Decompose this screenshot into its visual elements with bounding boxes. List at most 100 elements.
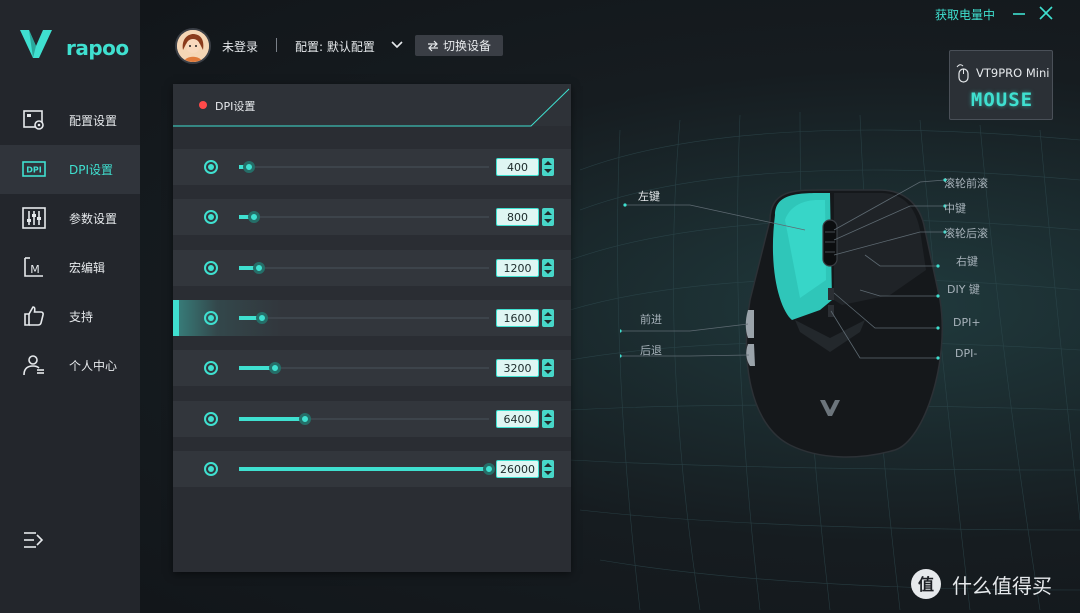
dpi-stepper[interactable] [542,359,554,377]
dpi-slider-fill [239,417,306,421]
stepper-down-icon[interactable] [544,320,552,324]
dpi-level-radio[interactable] [204,412,218,426]
dpi-stepper[interactable] [542,158,554,176]
dpi-level-radio[interactable] [204,311,218,325]
dpi-level-row[interactable] [173,300,571,336]
dpi-slider[interactable] [239,161,489,173]
dpi-stepper[interactable] [542,410,554,428]
label-left-button: 左键 [638,190,660,203]
dpi-slider-handle[interactable] [253,262,265,274]
login-status[interactable]: 未登录 [222,38,258,55]
dpi-slider[interactable] [239,463,495,475]
stepper-up-icon[interactable] [544,463,552,467]
dpi-value-input[interactable] [496,410,539,428]
dpi-value-input[interactable] [496,359,539,377]
label-right-button: 右键 [956,255,978,268]
sidebar: rapoo 配置设置 DPI DPI设置 参数设置 M 宏编辑 支持 个人中心 [0,0,140,613]
stepper-down-icon[interactable] [544,421,552,425]
profile-settings-icon [23,110,44,130]
switch-device-button[interactable]: 切换设备 [415,35,503,56]
main-content: 未登录 配置: 默认配置 切换设备 获取电量中 VT9PRO Mini MOUS… [140,0,1080,613]
dpi-slider[interactable] [239,413,489,425]
sidebar-item-macro[interactable]: M 宏编辑 [0,243,140,292]
chevron-down-icon[interactable] [390,38,404,52]
dpi-level-row[interactable] [173,401,571,437]
dpi-slider[interactable] [239,211,489,223]
dpi-slider-fill [239,467,489,471]
sidebar-item-label: DPI设置 [69,163,114,177]
dpi-stepper[interactable] [542,309,554,327]
macro-icon: M [24,257,43,277]
stepper-up-icon[interactable] [544,413,552,417]
user-icon [23,355,44,376]
stepper-down-icon[interactable] [544,169,552,173]
sidebar-item-profile-settings[interactable]: 配置设置 [0,96,140,145]
sidebar-item-profile[interactable]: 个人中心 [0,341,140,390]
label-wheel-backward: 滚轮后滚 [944,227,988,240]
dpi-value-input[interactable] [496,309,539,327]
stepper-up-icon[interactable] [544,262,552,266]
dpi-settings-panel: DPI设置 [173,84,571,572]
stepper-down-icon[interactable] [544,471,552,475]
minimize-icon[interactable] [1011,7,1027,21]
dpi-slider[interactable] [239,262,489,274]
swap-icon [427,40,438,51]
dpi-slider[interactable] [239,312,489,324]
label-diy-button: DIY 键 [947,283,980,296]
dpi-level-row[interactable] [173,451,571,487]
stepper-down-icon[interactable] [544,270,552,274]
label-dpi-plus: DPI+ [953,316,981,329]
menu-toggle-icon[interactable] [22,529,44,551]
wireless-mouse-icon [956,64,969,83]
dpi-level-radio[interactable] [204,261,218,275]
dpi-slider-handle[interactable] [243,161,255,173]
sidebar-item-parameters[interactable]: 参数设置 [0,194,140,243]
sidebar-item-support[interactable]: 支持 [0,292,140,341]
stepper-up-icon[interactable] [544,211,552,215]
dpi-stepper[interactable] [542,460,554,478]
svg-text:什么值得买: 什么值得买 [952,574,1052,598]
dpi-slider-handle[interactable] [248,211,260,223]
close-icon[interactable] [1038,5,1054,21]
config-selector[interactable]: 配置: 默认配置 [295,38,375,55]
stepper-down-icon[interactable] [544,219,552,223]
dpi-value-input[interactable] [496,208,539,226]
dpi-stepper[interactable] [542,259,554,277]
dpi-value-input[interactable] [496,158,539,176]
dpi-level-row[interactable] [173,250,571,286]
macro-icon-text: M [30,263,40,276]
dpi-icon-text: DPI [26,166,42,175]
sidebar-item-label: 个人中心 [69,359,118,373]
dpi-level-row[interactable] [173,350,571,386]
panel-header-accent-line [173,88,570,127]
dpi-slider-handle[interactable] [255,312,268,324]
thumbs-up-icon [24,306,44,326]
dpi-value-input[interactable] [496,259,539,277]
stepper-up-icon[interactable] [544,161,552,165]
avatar-icon [177,30,209,62]
stepper-up-icon[interactable] [544,312,552,316]
dpi-slider[interactable] [239,362,489,374]
dpi-level-radio[interactable] [204,210,218,224]
sidebar-item-dpi[interactable]: DPI DPI设置 [0,145,140,194]
dpi-level-radio[interactable] [204,361,218,375]
dpi-slider-handle[interactable] [299,413,312,425]
brand-name: rapoo [66,36,129,60]
dpi-level-radio[interactable] [204,462,218,476]
sliders-icon [22,207,46,229]
dpi-stepper[interactable] [542,208,554,226]
avatar[interactable] [175,28,211,64]
dpi-level-radio[interactable] [204,160,218,174]
switch-device-label: 切换设备 [442,39,491,53]
dpi-slider-handle[interactable] [483,463,495,475]
device-card[interactable]: VT9PRO Mini MOUSE [949,50,1053,120]
dpi-slider-handle[interactable] [269,362,282,374]
dpi-level-row[interactable] [173,199,571,235]
dpi-level-row[interactable] [173,149,571,185]
stepper-up-icon[interactable] [544,362,552,366]
dpi-icon: DPI [22,161,46,177]
stepper-down-icon[interactable] [544,370,552,374]
dpi-value-input[interactable] [496,460,539,478]
label-middle-button: 中键 [944,202,966,215]
sidebar-nav: 配置设置 DPI DPI设置 参数设置 M 宏编辑 支持 个人中心 [0,96,140,390]
